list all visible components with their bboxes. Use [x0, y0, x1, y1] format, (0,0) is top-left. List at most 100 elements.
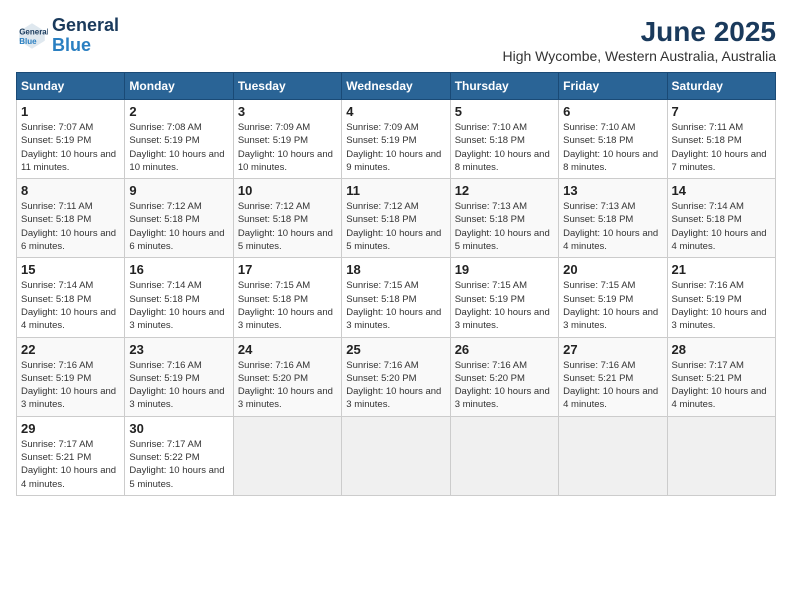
table-row: 13 Sunrise: 7:13 AMSunset: 5:18 PMDayligh…	[559, 179, 667, 258]
table-row: 20Sunrise: 7:15 AMSunset: 5:19 PMDayligh…	[559, 258, 667, 337]
table-row: 5 Sunrise: 7:10 AMSunset: 5:18 PMDaylight…	[450, 100, 558, 179]
calendar-week-row: 15 Sunrise: 7:14 AMSunset: 5:18 PMDayligh…	[17, 258, 776, 337]
day-detail: Sunrise: 7:16 AMSunset: 5:19 PMDaylight:…	[672, 279, 771, 332]
logo-general: General	[52, 16, 119, 36]
day-number: 25	[346, 342, 445, 357]
table-row: 14 Sunrise: 7:14 AMSunset: 5:18 PMDayligh…	[667, 179, 775, 258]
day-number: 9	[129, 183, 228, 198]
table-row: 18 Sunrise: 7:15 AMSunset: 5:18 PMDayligh…	[342, 258, 450, 337]
day-detail: Sunrise: 7:11 AMSunset: 5:18 PMDaylight:…	[21, 200, 120, 253]
title-block: June 2025 High Wycombe, Western Australi…	[502, 16, 776, 64]
day-number: 12	[455, 183, 554, 198]
day-detail: Sunrise: 7:14 AMSunset: 5:18 PMDaylight:…	[129, 279, 228, 332]
svg-text:General: General	[19, 27, 48, 36]
page-subtitle: High Wycombe, Western Australia, Austral…	[502, 48, 776, 64]
day-detail: Sunrise: 7:07 AMSunset: 5:19 PMDaylight:…	[21, 121, 120, 174]
day-detail: Sunrise: 7:09 AMSunset: 5:19 PMDaylight:…	[346, 121, 445, 174]
logo-blue: Blue	[52, 36, 119, 56]
table-row: 7 Sunrise: 7:11 AMSunset: 5:18 PMDaylight…	[667, 100, 775, 179]
day-detail: Sunrise: 7:16 AMSunset: 5:21 PMDaylight:…	[563, 359, 662, 412]
day-number: 14	[672, 183, 771, 198]
day-detail: Sunrise: 7:08 AMSunset: 5:19 PMDaylight:…	[129, 121, 228, 174]
logo-text: General Blue	[52, 16, 119, 56]
day-detail: Sunrise: 7:17 AMSunset: 5:21 PMDaylight:…	[21, 438, 120, 491]
day-number: 15	[21, 262, 120, 277]
table-row	[450, 416, 558, 495]
day-detail: Sunrise: 7:16 AMSunset: 5:20 PMDaylight:…	[238, 359, 337, 412]
day-detail: Sunrise: 7:14 AMSunset: 5:18 PMDaylight:…	[21, 279, 120, 332]
day-number: 30	[129, 421, 228, 436]
table-row: 30Sunrise: 7:17 AMSunset: 5:22 PMDayligh…	[125, 416, 233, 495]
table-row: 17 Sunrise: 7:15 AMSunset: 5:18 PMDayligh…	[233, 258, 341, 337]
table-row: 10 Sunrise: 7:12 AMSunset: 5:18 PMDayligh…	[233, 179, 341, 258]
day-number: 22	[21, 342, 120, 357]
day-number: 27	[563, 342, 662, 357]
calendar-week-row: 8Sunrise: 7:11 AMSunset: 5:18 PMDaylight…	[17, 179, 776, 258]
day-number: 4	[346, 104, 445, 119]
day-number: 18	[346, 262, 445, 277]
table-row: 1 Sunrise: 7:07 AMSunset: 5:19 PMDaylight…	[17, 100, 125, 179]
col-friday: Friday	[559, 73, 667, 100]
calendar-table: Sunday Monday Tuesday Wednesday Thursday…	[16, 72, 776, 496]
day-detail: Sunrise: 7:11 AMSunset: 5:18 PMDaylight:…	[672, 121, 771, 174]
calendar-header: Sunday Monday Tuesday Wednesday Thursday…	[17, 73, 776, 100]
table-row: 24Sunrise: 7:16 AMSunset: 5:20 PMDayligh…	[233, 337, 341, 416]
calendar-week-row: 22 Sunrise: 7:16 AMSunset: 5:19 PMDayligh…	[17, 337, 776, 416]
calendar-week-row: 1 Sunrise: 7:07 AMSunset: 5:19 PMDaylight…	[17, 100, 776, 179]
table-row	[559, 416, 667, 495]
day-number: 10	[238, 183, 337, 198]
table-row: 9 Sunrise: 7:12 AMSunset: 5:18 PMDaylight…	[125, 179, 233, 258]
day-number: 11	[346, 183, 445, 198]
day-detail: Sunrise: 7:16 AMSunset: 5:19 PMDaylight:…	[129, 359, 228, 412]
day-number: 13	[563, 183, 662, 198]
calendar-week-row: 29 Sunrise: 7:17 AMSunset: 5:21 PMDayligh…	[17, 416, 776, 495]
day-detail: Sunrise: 7:15 AMSunset: 5:19 PMDaylight:…	[563, 279, 662, 332]
table-row: 4 Sunrise: 7:09 AMSunset: 5:19 PMDaylight…	[342, 100, 450, 179]
col-tuesday: Tuesday	[233, 73, 341, 100]
day-number: 3	[238, 104, 337, 119]
day-detail: Sunrise: 7:10 AMSunset: 5:18 PMDaylight:…	[455, 121, 554, 174]
day-detail: Sunrise: 7:15 AMSunset: 5:18 PMDaylight:…	[238, 279, 337, 332]
table-row: 11Sunrise: 7:12 AMSunset: 5:18 PMDayligh…	[342, 179, 450, 258]
calendar-body: 1 Sunrise: 7:07 AMSunset: 5:19 PMDaylight…	[17, 100, 776, 496]
day-detail: Sunrise: 7:15 AMSunset: 5:19 PMDaylight:…	[455, 279, 554, 332]
table-row	[233, 416, 341, 495]
day-number: 29	[21, 421, 120, 436]
col-saturday: Saturday	[667, 73, 775, 100]
table-row: 3Sunrise: 7:09 AMSunset: 5:19 PMDaylight…	[233, 100, 341, 179]
table-row: 23 Sunrise: 7:16 AMSunset: 5:19 PMDayligh…	[125, 337, 233, 416]
table-row: 16 Sunrise: 7:14 AMSunset: 5:18 PMDayligh…	[125, 258, 233, 337]
day-detail: Sunrise: 7:10 AMSunset: 5:18 PMDaylight:…	[563, 121, 662, 174]
day-detail: Sunrise: 7:12 AMSunset: 5:18 PMDaylight:…	[238, 200, 337, 253]
day-detail: Sunrise: 7:12 AMSunset: 5:18 PMDaylight:…	[129, 200, 228, 253]
day-number: 2	[129, 104, 228, 119]
table-row	[667, 416, 775, 495]
day-number: 1	[21, 104, 120, 119]
table-row: 15 Sunrise: 7:14 AMSunset: 5:18 PMDayligh…	[17, 258, 125, 337]
day-detail: Sunrise: 7:14 AMSunset: 5:18 PMDaylight:…	[672, 200, 771, 253]
day-number: 17	[238, 262, 337, 277]
page-title: June 2025	[502, 16, 776, 48]
day-number: 6	[563, 104, 662, 119]
table-row	[342, 416, 450, 495]
day-number: 7	[672, 104, 771, 119]
day-number: 19	[455, 262, 554, 277]
day-number: 26	[455, 342, 554, 357]
day-number: 23	[129, 342, 228, 357]
table-row: 21Sunrise: 7:16 AMSunset: 5:19 PMDayligh…	[667, 258, 775, 337]
svg-text:Blue: Blue	[19, 37, 37, 46]
table-row: 22 Sunrise: 7:16 AMSunset: 5:19 PMDayligh…	[17, 337, 125, 416]
logo: General Blue General Blue	[16, 16, 119, 56]
day-detail: Sunrise: 7:16 AMSunset: 5:19 PMDaylight:…	[21, 359, 120, 412]
col-wednesday: Wednesday	[342, 73, 450, 100]
table-row: 19 Sunrise: 7:15 AMSunset: 5:19 PMDayligh…	[450, 258, 558, 337]
day-number: 5	[455, 104, 554, 119]
day-number: 16	[129, 262, 228, 277]
col-thursday: Thursday	[450, 73, 558, 100]
day-detail: Sunrise: 7:16 AMSunset: 5:20 PMDaylight:…	[346, 359, 445, 412]
table-row: 2 Sunrise: 7:08 AMSunset: 5:19 PMDaylight…	[125, 100, 233, 179]
table-row: 28Sunrise: 7:17 AMSunset: 5:21 PMDayligh…	[667, 337, 775, 416]
day-detail: Sunrise: 7:15 AMSunset: 5:18 PMDaylight:…	[346, 279, 445, 332]
day-detail: Sunrise: 7:13 AMSunset: 5:18 PMDaylight:…	[563, 200, 662, 253]
day-detail: Sunrise: 7:13 AMSunset: 5:18 PMDaylight:…	[455, 200, 554, 253]
